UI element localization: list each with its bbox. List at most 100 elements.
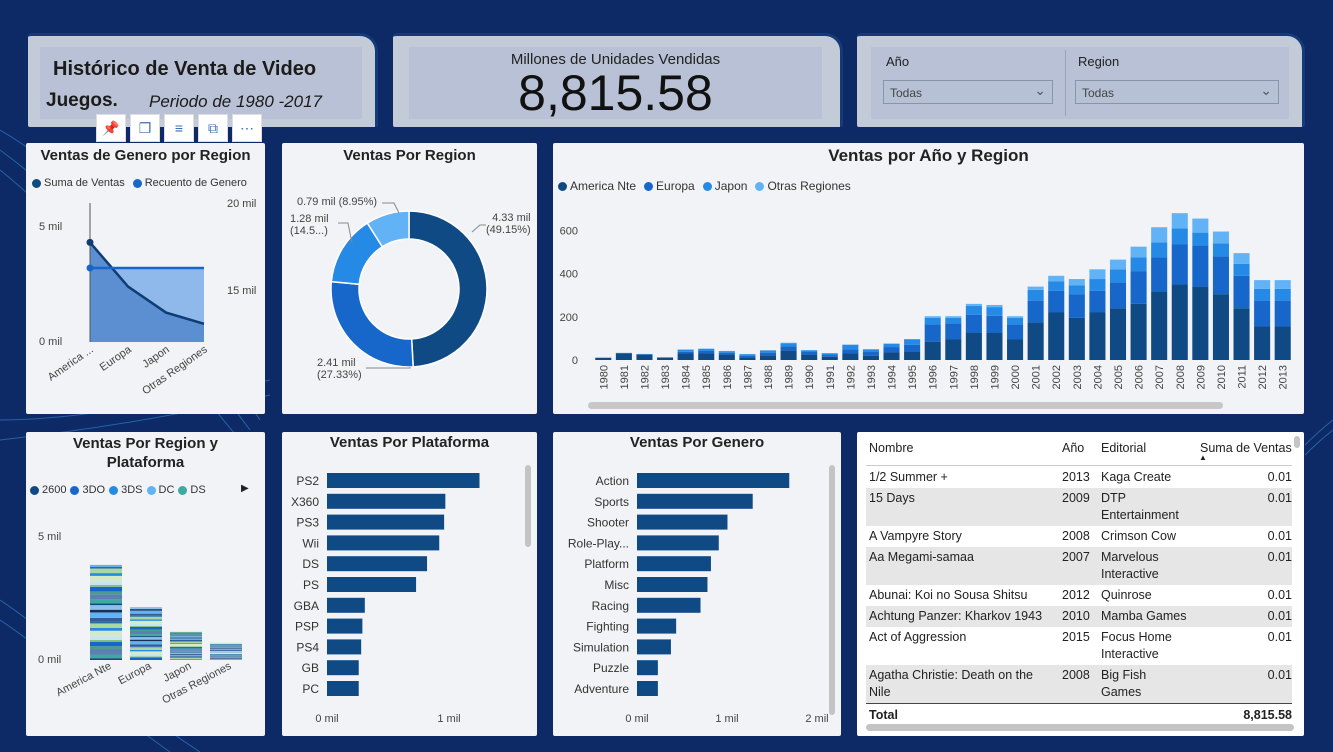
bar-segment	[698, 348, 715, 351]
bar-segment	[842, 344, 859, 350]
x-tick-label: 0 mil	[625, 713, 648, 725]
table-row[interactable]: Abunai: Koi no Sousa Shitsu 2012 Quinrose 0…	[866, 585, 1292, 606]
bar-segment	[170, 643, 202, 646]
table-row[interactable]: Agatha Christie: Death on the 2008 Big Fis…	[866, 665, 1292, 703]
cell-name: Act of Aggression	[869, 630, 967, 644]
x-tick-label: America Nte	[54, 660, 113, 699]
genre-region-card[interactable]: Ventas de Genero por Region Suma de Vent…	[26, 143, 265, 414]
bar-segment	[170, 653, 202, 655]
region-platform-card[interactable]: Ventas Por Region y Plataforma 2600 3DO …	[26, 432, 265, 736]
bar-segment	[210, 646, 242, 648]
bar-segment	[130, 639, 162, 642]
x-tick-label: 2011	[1237, 365, 1249, 389]
bar	[327, 535, 440, 551]
category-label: PS	[303, 578, 319, 592]
bar	[327, 639, 362, 655]
table-row[interactable]: Achtung Panzer: Kharkov 1943 2010 Mamba Ga…	[866, 606, 1292, 627]
bar	[327, 473, 480, 488]
filter-icon[interactable]: ≡	[164, 114, 194, 142]
year-region-card[interactable]: Ventas por Año y Region America Nte Euro…	[553, 143, 1304, 414]
table-horizontal-scrollbar[interactable]	[866, 724, 1294, 731]
genre-chart: Action Sports Shooter Role-Play... Platform M…	[568, 473, 829, 725]
col-header-ano[interactable]: Año	[1062, 441, 1084, 455]
bar-segment	[780, 350, 797, 360]
bar-segment	[170, 649, 202, 651]
vertical-scrollbar[interactable]	[525, 465, 531, 547]
donut-label-value: 1.28 mil	[290, 213, 329, 225]
bar-segment	[130, 610, 162, 614]
bar-segment	[698, 350, 715, 354]
bar-segment	[1254, 280, 1271, 289]
bar-segment	[170, 636, 202, 638]
chevron-down-icon: ⌄	[1260, 82, 1272, 98]
bar-segment	[657, 357, 674, 360]
col-header-editorial[interactable]: Editorial	[1101, 441, 1146, 455]
bar-segment	[130, 654, 162, 657]
platform-card[interactable]: Ventas Por Plataforma PS2 X360 PS3 Wii DS PS G…	[282, 432, 537, 736]
cell-publisher: Mamba Games	[1101, 609, 1187, 623]
year-region-chart: 60040020001980 1981 1982 1983 1984 1985 1986 19…	[560, 213, 1291, 389]
bar-segment	[90, 564, 122, 567]
bar-segment	[90, 623, 122, 628]
bar-segment	[130, 656, 162, 658]
bar-segment	[904, 339, 921, 345]
bar-segment	[924, 324, 941, 342]
table-row[interactable]: 1/2 Summer + 2013 Kaga Create 0.01	[866, 467, 1292, 488]
more-icon[interactable]: ⋯	[232, 114, 262, 142]
table-row[interactable]: Act of Aggression 2015 Focus Home 0.01 Inter…	[866, 627, 1292, 665]
bar	[637, 535, 719, 551]
bar-segment	[1212, 294, 1229, 360]
category-label: Puzzle	[593, 661, 629, 675]
year-slicer-dropdown[interactable]: Todas ⌄	[883, 80, 1053, 104]
bar-segment	[677, 349, 694, 352]
horizontal-scrollbar[interactable]	[588, 402, 1223, 409]
bar-segment	[130, 641, 162, 645]
bar-segment	[210, 649, 242, 651]
cell-name-line2: Nile	[869, 685, 891, 699]
bar-segment	[1171, 244, 1188, 285]
table-row[interactable]: 15 Days 2009 DTP 0.01 Entertainment	[866, 488, 1292, 526]
col-header-nombre[interactable]: Nombre	[869, 441, 913, 455]
category-label: PC	[302, 682, 319, 696]
col-header-ventas[interactable]: Suma de Ventas	[1200, 441, 1292, 455]
genre-card[interactable]: Ventas Por Genero Action Sports Shooter Rol…	[553, 432, 841, 736]
bar-segment	[210, 656, 242, 658]
x-tick-label: 2013	[1278, 365, 1290, 389]
table-row[interactable]: A Vampyre Story 2008 Crimson Cow 0.01	[866, 526, 1292, 547]
bar-segment	[170, 651, 202, 653]
bar	[637, 473, 790, 488]
cell-publisher: Big Fish	[1101, 668, 1147, 682]
x-tick-label: 1980	[598, 365, 610, 389]
table-vertical-scrollbar[interactable]	[1294, 436, 1300, 448]
bar-segment	[130, 616, 162, 620]
cell-name: A Vampyre Story	[869, 529, 962, 543]
bar	[637, 639, 671, 655]
bar-segment	[1192, 232, 1209, 246]
region-donut-card[interactable]: Ventas Por Region 4.33 mil (49.15%) 2.41…	[282, 143, 537, 414]
bar-segment	[1027, 289, 1044, 301]
y-tick-label: 400	[560, 269, 578, 281]
bar-segment	[170, 637, 202, 639]
donut-label-value: 4.33 mil	[492, 212, 531, 224]
category-label: Simulation	[573, 640, 629, 654]
bar-segment	[210, 645, 242, 646]
cell-publisher-line2: Interactive	[1101, 647, 1159, 661]
cell-sales: 0.01	[1267, 470, 1292, 484]
bar-segment	[130, 634, 162, 637]
pin-icon[interactable]: 📌	[96, 114, 126, 142]
cell-name: Agatha Christie: Death on the	[869, 668, 1033, 682]
table-row[interactable]: Aa Megami-samaa 2007 Marvelous 0.01 Interact…	[866, 547, 1292, 585]
bar-segment	[1027, 286, 1044, 290]
vertical-scrollbar[interactable]	[829, 465, 835, 715]
bar-segment	[1048, 281, 1065, 291]
bar-segment	[170, 638, 202, 640]
region-slicer-dropdown[interactable]: Todas ⌄	[1075, 80, 1279, 104]
focus-icon[interactable]: ⧉	[198, 114, 228, 142]
copy-icon[interactable]: ❐	[130, 114, 160, 142]
year-slicer-value: Todas	[890, 86, 923, 100]
region-platform-chart: America Nte Europa JaponOtras Regiones	[54, 564, 242, 707]
bar-segment	[862, 349, 879, 353]
bar-segment	[965, 303, 982, 307]
bar	[327, 577, 417, 592]
bar-segment	[904, 351, 921, 360]
